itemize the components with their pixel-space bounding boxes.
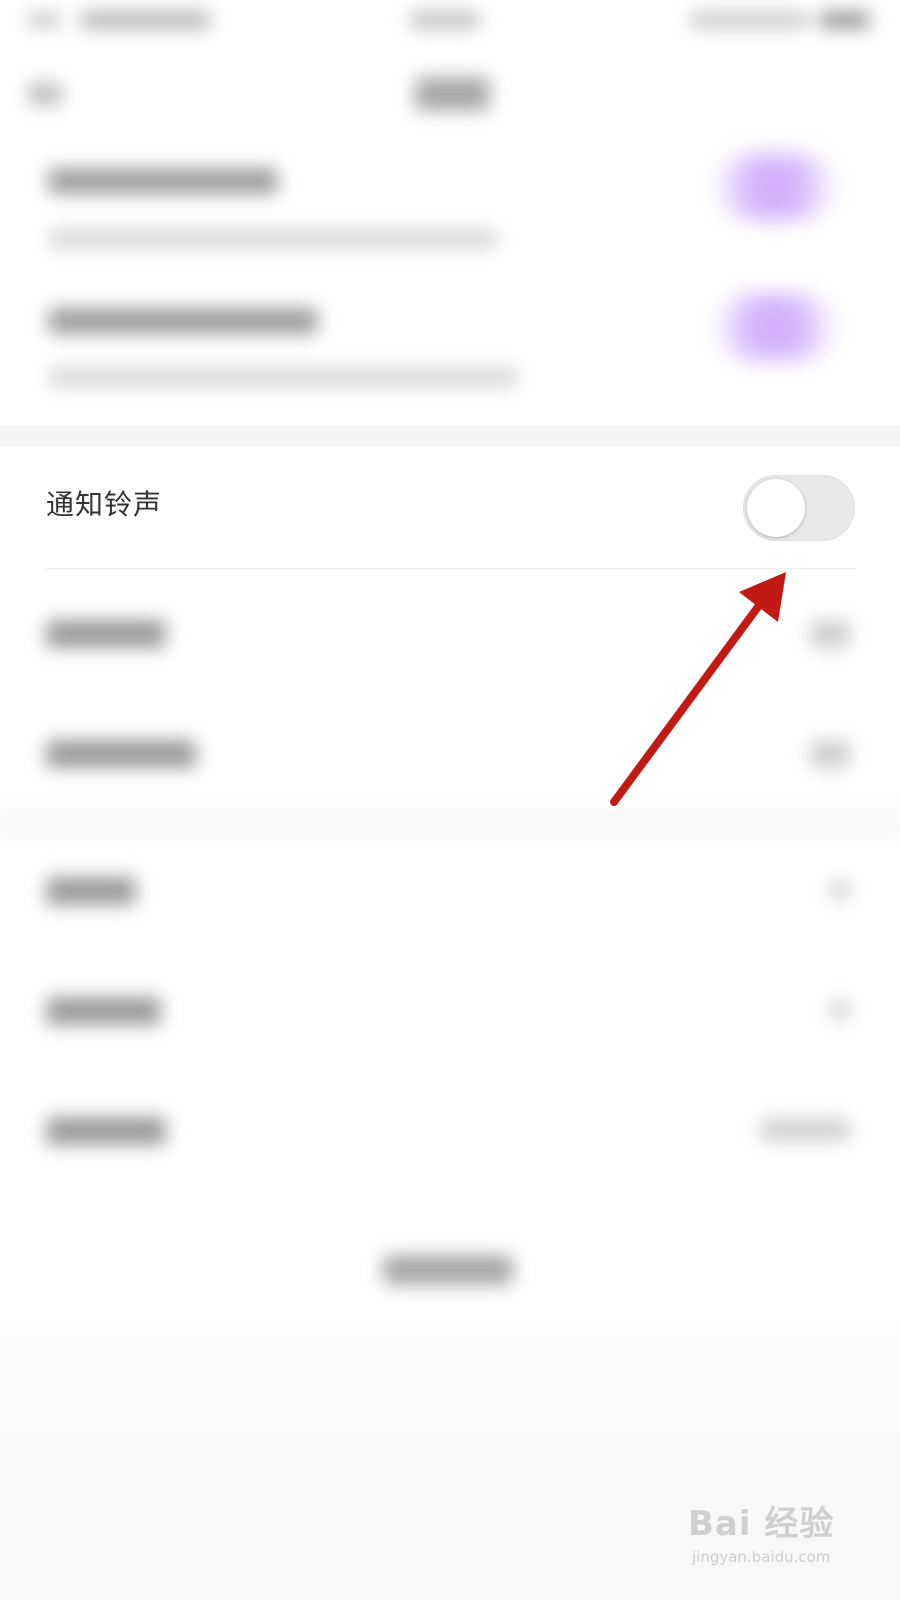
lower-settings-list [0, 570, 900, 1370]
notification-ringtone-label: 通知铃声 [46, 488, 163, 521]
watermark-url: jingyan.baidu.com [692, 1548, 831, 1566]
toggle-on-icon[interactable] [710, 292, 840, 362]
notification-ringtone-toggle[interactable] [743, 475, 855, 541]
bottom-action-button[interactable] [383, 1255, 513, 1285]
page-title [415, 77, 490, 111]
status-bar [0, 0, 900, 48]
list-item[interactable] [0, 710, 900, 820]
notification-ringtone-row[interactable]: 通知铃声 [0, 447, 900, 569]
list-item[interactable] [0, 965, 900, 1075]
list-item[interactable] [0, 845, 900, 955]
navigation-bar [0, 55, 900, 135]
blurred-setting-row[interactable] [0, 270, 900, 410]
section-divider [0, 810, 900, 836]
settings-screen: 通知铃声 Bai 经验 jingyan.baidu.com [0, 0, 900, 1600]
row-separator [46, 568, 856, 569]
watermark-brand: Bai 经验 [688, 1504, 835, 1544]
baidu-jingyan-watermark: Bai 经验 jingyan.baidu.com [688, 1488, 858, 1578]
toggle-knob [747, 479, 805, 537]
section-divider [0, 425, 900, 447]
toggle-on-icon[interactable] [710, 152, 840, 222]
list-item[interactable] [0, 590, 900, 700]
blurred-setting-row[interactable] [0, 130, 900, 270]
back-arrow-icon[interactable] [28, 83, 62, 105]
list-item[interactable] [0, 1085, 900, 1195]
top-settings-section [0, 130, 900, 425]
